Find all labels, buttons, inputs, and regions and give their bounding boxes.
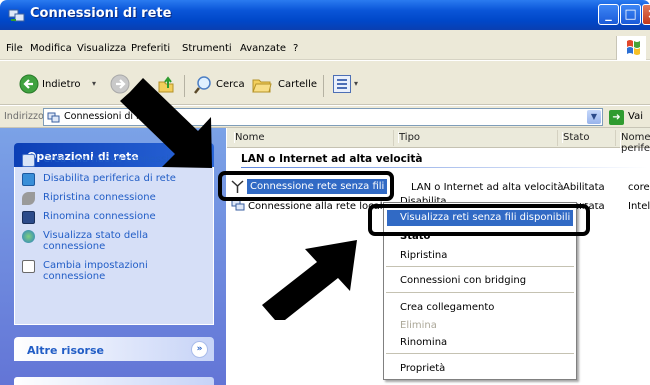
menu-help[interactable]: ? xyxy=(293,43,298,54)
column-status[interactable]: Stato xyxy=(562,132,589,143)
network-connections-icon xyxy=(8,9,25,22)
back-arrow-icon[interactable] xyxy=(19,74,39,94)
search-icon[interactable] xyxy=(193,75,213,95)
minimize-button[interactable]: _ xyxy=(598,4,619,25)
up-folder-icon[interactable] xyxy=(156,74,176,94)
search-button[interactable]: Cerca xyxy=(216,79,245,90)
menu-preferiti[interactable]: Preferiti xyxy=(131,43,170,54)
windows-flag-icon xyxy=(627,40,640,55)
new-connection-icon xyxy=(22,154,35,167)
column-name[interactable]: Nome xyxy=(234,132,265,143)
menu-item-properties[interactable]: Proprietà xyxy=(400,363,445,374)
row-wireless-type: LAN o Internet ad alta velocità xyxy=(411,182,564,193)
rename-icon xyxy=(22,211,35,224)
callout-box-wireless xyxy=(218,171,394,201)
window-title: Connessioni di rete xyxy=(30,6,172,21)
row-wireless-device: corec xyxy=(628,182,650,193)
address-dropdown-icon[interactable]: ▼ xyxy=(587,110,601,124)
menu-item-rename[interactable]: Rinomina xyxy=(400,337,447,348)
views-dropdown-icon[interactable]: ▾ xyxy=(354,79,358,88)
menu-strumenti[interactable]: Strumenti xyxy=(182,43,232,54)
folders-icon[interactable] xyxy=(251,75,273,95)
other-places-panel: Altre risorse » xyxy=(14,337,214,361)
other-places-title: Altre risorse xyxy=(27,344,104,357)
expand-chevron-icon[interactable]: » xyxy=(191,341,208,358)
forward-arrow-icon[interactable] xyxy=(110,74,130,94)
network-folder-icon xyxy=(47,112,60,123)
task-pane: Operazioni di rete Crea una nuova connes… xyxy=(0,128,226,385)
network-tasks-body: Crea una nuova connessione Disabilita pe… xyxy=(14,154,214,325)
column-type[interactable]: Tipo xyxy=(398,132,420,143)
group-divider xyxy=(241,167,648,168)
row-wireless-status: Abilitata xyxy=(563,182,605,193)
other-places-header[interactable]: Altre risorse » xyxy=(14,337,214,361)
group-header: LAN o Internet ad alta velocità xyxy=(241,153,423,165)
menu-bar: File Modifica Visualizza Preferiti Strum… xyxy=(0,30,650,60)
address-field[interactable]: Connessioni di rete ▼ xyxy=(43,108,603,126)
menu-item-delete: Elimina xyxy=(400,320,437,331)
folders-button[interactable]: Cartelle xyxy=(278,79,317,90)
callout-box-menu-item xyxy=(368,204,590,236)
menu-item-repair[interactable]: Ripristina xyxy=(400,250,447,261)
menu-item-bridge[interactable]: Connessioni con bridging xyxy=(400,275,526,286)
go-button[interactable]: Vai xyxy=(628,111,643,122)
go-arrow-icon[interactable]: ➜ xyxy=(609,110,624,125)
next-panel-header xyxy=(14,377,214,385)
list-header: Nome Tipo Stato Nome periferica xyxy=(227,128,650,154)
back-dropdown-icon[interactable]: ▾ xyxy=(92,79,96,88)
back-button[interactable]: Indietro xyxy=(42,79,81,90)
windows-logo xyxy=(616,36,646,60)
toolbar: Indietro ▾ Cerca Cartelle ▾ xyxy=(0,61,650,105)
row-lan-device: Intel xyxy=(628,201,650,212)
close-button[interactable]: × xyxy=(642,4,650,25)
row-lan-name[interactable]: Connessione alla rete locale (LAN) xyxy=(248,201,383,212)
menu-avanzate[interactable]: Avanzate xyxy=(240,43,286,54)
network-tasks-panel: Operazioni di rete Crea una nuova connes… xyxy=(14,143,214,325)
arrow-to-menu-item-icon xyxy=(262,240,357,320)
status-globe-icon xyxy=(22,230,35,243)
address-bar: Indirizzo Connessioni di rete ▼ ➜ Vai xyxy=(0,106,650,128)
address-label: Indirizzo xyxy=(4,111,44,122)
views-icon[interactable] xyxy=(333,75,351,93)
menu-file[interactable]: File xyxy=(6,43,23,54)
column-device[interactable]: Nome periferica xyxy=(620,132,650,154)
address-text: Connessioni di rete xyxy=(64,111,156,122)
disable-device-icon xyxy=(22,173,35,186)
menu-item-create-shortcut[interactable]: Crea collegamento xyxy=(400,302,494,313)
maximize-button[interactable]: □ xyxy=(620,4,641,25)
settings-checklist-icon xyxy=(22,260,35,273)
wrench-icon xyxy=(22,192,35,205)
menu-visualizza[interactable]: Visualizza xyxy=(77,43,126,54)
menu-modifica[interactable]: Modifica xyxy=(30,43,72,54)
